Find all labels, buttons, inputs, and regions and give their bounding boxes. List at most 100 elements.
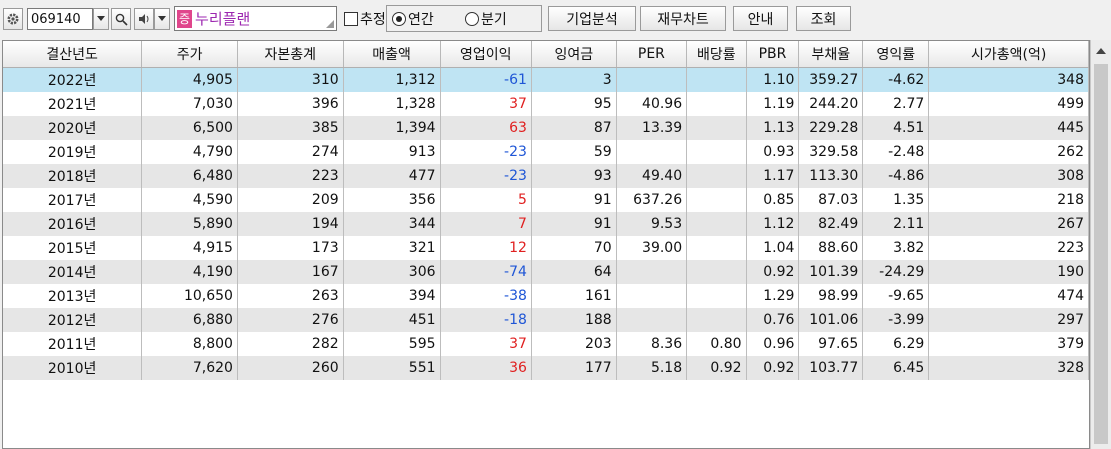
table-cell: 37 — [440, 92, 532, 116]
table-cell: 1.10 — [746, 67, 800, 92]
query-button[interactable]: 조회 — [796, 6, 851, 31]
table-cell: 7 — [440, 212, 532, 236]
table-cell: 2021년 — [3, 92, 143, 116]
table-cell: 63 — [440, 116, 532, 140]
table-row[interactable]: 2015년 4,915 173 321 12 70 39.00 1.04 88.60 3.82 22… — [3, 236, 1089, 260]
resize-grip-icon — [326, 20, 334, 28]
table-cell: 329.58 — [798, 140, 864, 164]
table-cell — [616, 284, 688, 308]
column-header[interactable]: 자본총계 — [237, 41, 344, 68]
table-cell: 276 — [237, 308, 344, 332]
table-cell: 59 — [531, 140, 617, 164]
financial-chart-button[interactable]: 재무차트 — [640, 6, 726, 31]
table-cell: 203 — [531, 332, 617, 356]
table-cell: 3 — [531, 67, 617, 92]
column-header[interactable]: PBR — [746, 41, 800, 68]
table-cell: 6,880 — [141, 308, 238, 332]
table-cell: 359.27 — [798, 67, 864, 92]
table-cell: 177 — [531, 356, 617, 380]
column-header[interactable]: 영익률 — [862, 41, 930, 68]
table-cell: -61 — [440, 67, 532, 92]
table-cell: 3.82 — [862, 236, 930, 260]
table-cell: 12 — [440, 236, 532, 260]
column-header[interactable]: 배당률 — [686, 41, 747, 68]
table-cell: 2013년 — [3, 284, 143, 308]
table-cell: 260 — [237, 356, 344, 380]
company-analysis-button[interactable]: 기업분석 — [548, 6, 636, 31]
guide-button[interactable]: 안내 — [733, 6, 788, 31]
table-cell: 0.96 — [746, 332, 800, 356]
stock-code-input[interactable]: 069140 — [27, 8, 93, 30]
stock-name-field[interactable]: 증 누리플랜 — [174, 6, 337, 31]
table-cell: 6,500 — [141, 116, 238, 140]
table-row[interactable]: 2010년 7,620 260 551 36 177 5.18 0.92 0.92 103.77 6… — [3, 356, 1089, 380]
table-cell: 385 — [237, 116, 344, 140]
table-row[interactable]: 2011년 8,800 282 595 37 203 8.36 0.80 0.96 97.65 6.… — [3, 332, 1089, 356]
table-row[interactable]: 2021년 7,030 396 1,328 37 95 40.96 1.19 244.20 2.7… — [3, 92, 1089, 116]
table-cell: 40.96 — [616, 92, 688, 116]
dropdown-arrow-icon[interactable] — [93, 8, 109, 30]
table-cell: 1,328 — [343, 92, 441, 116]
table-cell: 64 — [531, 260, 617, 284]
table-cell: 209 — [237, 188, 344, 212]
table-cell: 2.11 — [862, 212, 930, 236]
table-cell: 8.36 — [616, 332, 688, 356]
table-row[interactable]: 2020년 6,500 385 1,394 63 87 13.39 1.13 229.28 4.5… — [3, 116, 1089, 140]
annual-radio[interactable]: 연간 — [392, 8, 434, 30]
table-cell: 379 — [928, 332, 1089, 356]
table-row[interactable]: 2013년 10,650 263 394 -38 161 1.29 98.99 -9.65 474 — [3, 284, 1089, 308]
table-row[interactable]: 2022년 4,905 310 1,312 -61 3 1.10 359.27 -4.62 348 — [3, 67, 1089, 92]
table-cell — [686, 116, 747, 140]
table-row[interactable]: 2019년 4,790 274 913 -23 59 0.93 329.58 -2.48 262 — [3, 140, 1089, 164]
table-row[interactable]: 2016년 5,890 194 344 7 91 9.53 1.12 82.49 2.11 267 — [3, 212, 1089, 236]
table-cell: -38 — [440, 284, 532, 308]
table-cell: 2010년 — [3, 356, 143, 380]
table-cell — [616, 260, 688, 284]
speaker-dropdown-icon[interactable] — [154, 8, 170, 30]
vertical-scrollbar[interactable] — [1090, 40, 1111, 449]
table-row[interactable]: 2018년 6,480 223 477 -23 93 49.40 1.17 113.30 -4.8… — [3, 164, 1089, 188]
table-cell: 2015년 — [3, 236, 143, 260]
table-cell: 101.06 — [798, 308, 864, 332]
table-cell — [616, 67, 688, 92]
table-cell — [686, 260, 747, 284]
table-cell: 0.92 — [686, 356, 747, 380]
column-header[interactable]: 매출액 — [343, 41, 441, 68]
column-header[interactable]: PER — [616, 41, 688, 68]
table-row[interactable]: 2017년 4,590 209 356 5 91 637.26 0.85 87.03 1.35 21… — [3, 188, 1089, 212]
financial-table-grid: 결산년도 주가 자본총계 매출액 영업이익 잉여금 PER 배당률 PBR 부채율 영익률 시가총액(… — [2, 40, 1090, 449]
table-row[interactable]: 2014년 4,190 167 306 -74 64 0.92 101.39 -24.29 190 — [3, 260, 1089, 284]
table-cell: 4,905 — [141, 67, 238, 92]
table-cell: 1.13 — [746, 116, 800, 140]
quarter-radio[interactable]: 분기 — [465, 8, 507, 30]
search-icon[interactable] — [111, 8, 131, 30]
table-cell: 9.53 — [616, 212, 688, 236]
table-cell: 2018년 — [3, 164, 143, 188]
table-cell: 4,915 — [141, 236, 238, 260]
estimate-checkbox[interactable]: 추정 — [344, 8, 386, 30]
scroll-thumb[interactable] — [1094, 64, 1108, 444]
table-cell: 1.12 — [746, 212, 800, 236]
gear-icon[interactable] — [3, 8, 23, 30]
table-cell: -9.65 — [862, 284, 930, 308]
column-header[interactable]: 부채율 — [798, 41, 864, 68]
table-cell: 36 — [440, 356, 532, 380]
table-cell: 173 — [237, 236, 344, 260]
table-cell: 101.39 — [798, 260, 864, 284]
column-header[interactable]: 시가총액(억) — [928, 41, 1089, 68]
table-cell: 70 — [531, 236, 617, 260]
column-header[interactable]: 영업이익 — [440, 41, 532, 68]
table-cell: 223 — [237, 164, 344, 188]
table-cell: 274 — [237, 140, 344, 164]
column-header[interactable]: 결산년도 — [3, 41, 143, 68]
table-cell: 91 — [531, 212, 617, 236]
column-header[interactable]: 잉여금 — [531, 41, 617, 68]
table-row[interactable]: 2012년 6,880 276 451 -18 188 0.76 101.06 -3.99 297 — [3, 308, 1089, 332]
toolbar: 069140 증 누리플랜 추정 연간 분기 기업분석 재무차트 안내 조회 — [0, 0, 1111, 36]
column-header[interactable]: 주가 — [141, 41, 238, 68]
speaker-icon[interactable] — [134, 8, 154, 30]
table-cell: 0.92 — [746, 260, 800, 284]
table-cell: 0.80 — [686, 332, 747, 356]
scroll-up-icon[interactable] — [1091, 40, 1111, 62]
table-cell — [616, 140, 688, 164]
